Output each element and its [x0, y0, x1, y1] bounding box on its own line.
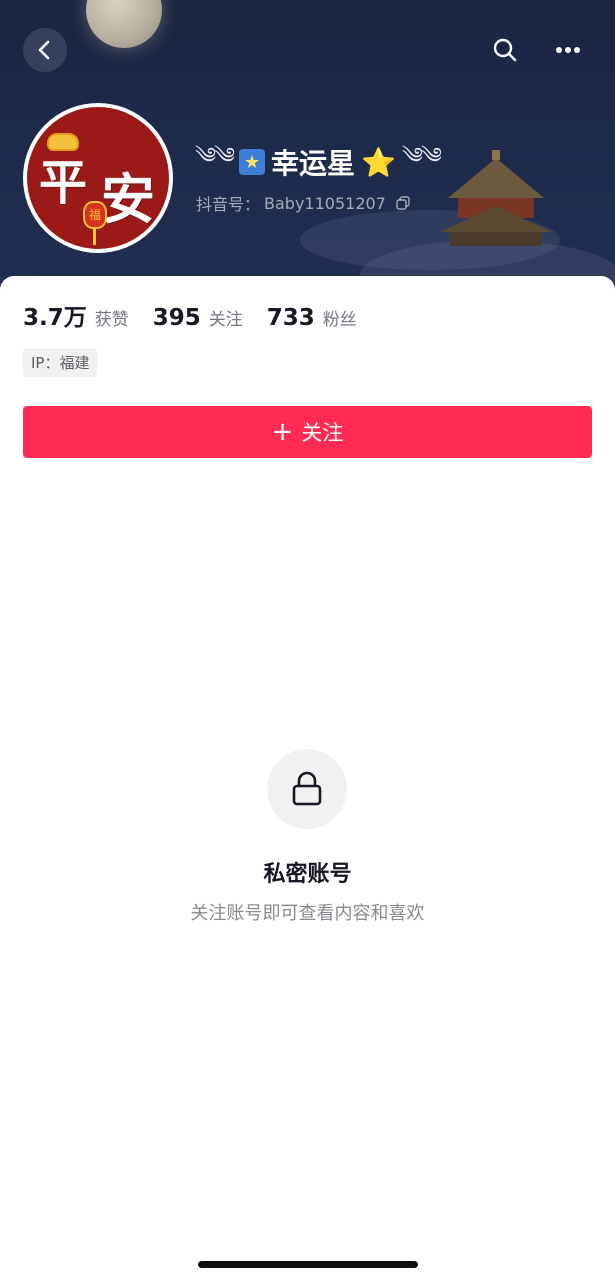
- lantern-tassel: [93, 229, 96, 245]
- profile-card: 3.7万 获赞 395 关注 733 粉丝 IP：福建 + 关注 私密账号 关注…: [0, 276, 615, 1280]
- private-account-title: 私密账号: [263, 862, 352, 887]
- search-icon: [493, 38, 517, 62]
- nickname: 幸运星: [271, 147, 356, 180]
- ip-location-tag: IP：福建: [23, 348, 98, 377]
- stat-label: 关注: [208, 310, 243, 330]
- douyin-id-row: 抖音号： Baby11051207: [196, 192, 410, 214]
- pagoda-decoration: [440, 150, 552, 246]
- stats-row: 3.7万 获赞 395 关注 733 粉丝: [23, 298, 381, 332]
- stat-followers[interactable]: 733 粉丝: [267, 305, 357, 331]
- shooting-star-icon: ★: [239, 149, 266, 175]
- avatar[interactable]: 平 安 福: [23, 103, 173, 253]
- more-icon: [556, 47, 580, 53]
- back-arrow-icon: [38, 40, 50, 60]
- more-button[interactable]: [546, 28, 590, 72]
- back-button[interactable]: [23, 28, 67, 72]
- star-icon: ⭐: [361, 145, 396, 179]
- lock-icon: [292, 771, 322, 806]
- shooting-star-glyph: ★: [243, 151, 261, 173]
- stat-value: 3.7万: [23, 305, 87, 331]
- follow-button-label: 关注: [301, 421, 344, 445]
- moon-decoration: [86, 0, 162, 48]
- lantern-icon: 福: [83, 201, 107, 229]
- lantern-text: 福: [88, 208, 101, 222]
- private-lock-badge: [267, 749, 347, 829]
- plus-icon: +: [271, 417, 294, 447]
- search-button[interactable]: [483, 28, 527, 72]
- stat-likes[interactable]: 3.7万 获赞: [23, 298, 129, 332]
- home-indicator[interactable]: [198, 1261, 418, 1268]
- cloud-ornament-left: ༄༄: [195, 144, 235, 169]
- avatar-text: 平: [39, 155, 88, 211]
- stat-value: 733: [266, 305, 315, 331]
- avatar-text: 安: [101, 167, 155, 231]
- stat-label: 粉丝: [322, 310, 357, 330]
- douyin-id-value: Baby11051207: [264, 193, 386, 213]
- nickname-row: ༄༄ ★ 幸运星 ⭐ ༄༄: [195, 142, 442, 182]
- profile-header: 平 安 福 ༄༄ ★ 幸运星 ⭐ ༄༄ 抖音号： Baby11051207: [0, 0, 615, 300]
- stat-label: 获赞: [94, 310, 129, 330]
- stat-value: 395: [152, 305, 201, 331]
- copy-icon[interactable]: [396, 196, 410, 210]
- private-account-subtitle: 关注账号即可查看内容和喜欢: [190, 903, 425, 924]
- cloud-ornament-right: ༄༄: [401, 144, 442, 169]
- douyin-id-label: 抖音号：: [196, 195, 261, 214]
- follow-button[interactable]: + 关注: [23, 406, 592, 458]
- stat-following[interactable]: 395 关注: [153, 305, 243, 331]
